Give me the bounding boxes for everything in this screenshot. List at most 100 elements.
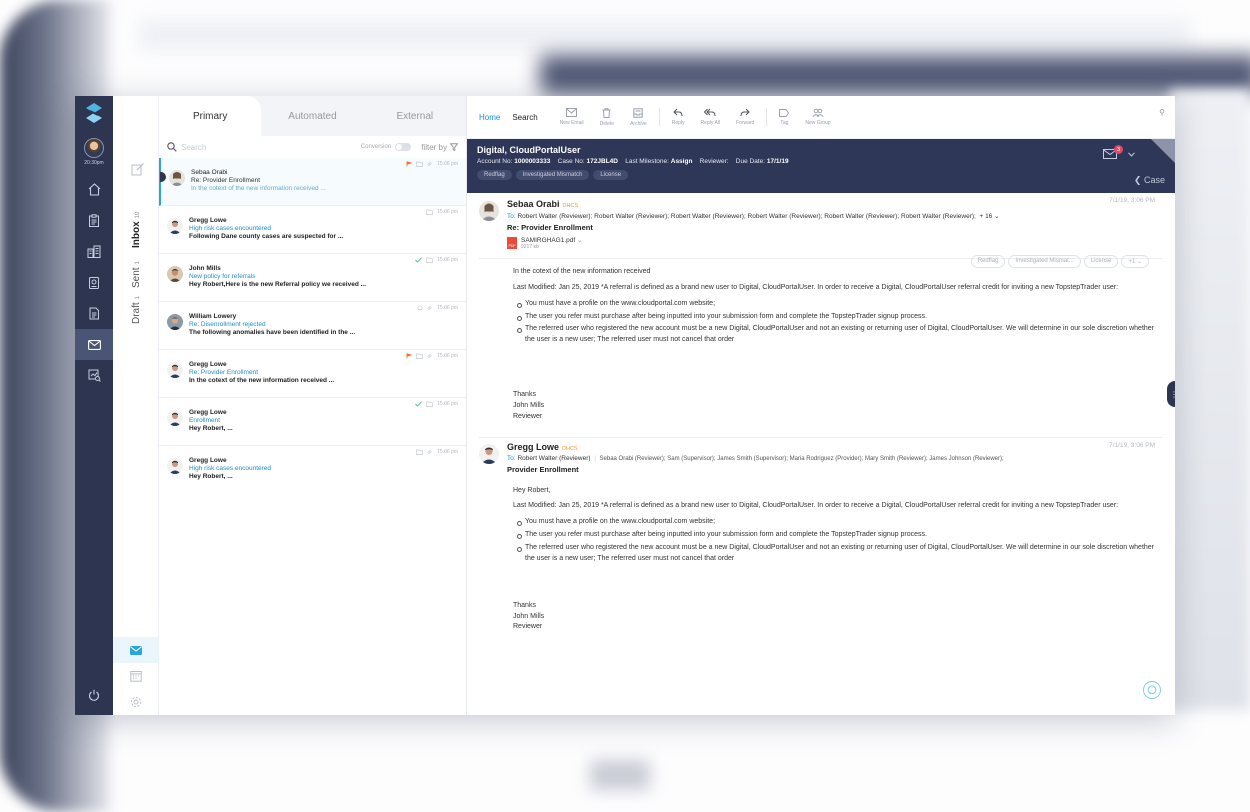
bell-icon xyxy=(417,305,423,311)
new-group-button[interactable]: New Group xyxy=(805,108,831,126)
email-tag-redflag[interactable]: Redflag xyxy=(970,255,1006,268)
chevron-down-icon[interactable] xyxy=(1128,152,1135,157)
archive-label: Archive xyxy=(630,120,647,127)
folder-draft[interactable]: Draft 1 xyxy=(131,296,142,324)
more-recipients[interactable]: + 16 ⌄ xyxy=(979,213,999,220)
message-subject: High risk cases encountered xyxy=(189,465,272,472)
email-tag-more[interactable]: +1 ⌄ xyxy=(1121,255,1149,268)
attachment-size: 9217 kb xyxy=(521,244,539,250)
case-back-link[interactable]: ❮ Case xyxy=(1134,175,1165,186)
nav-documents[interactable] xyxy=(75,298,113,329)
list-item[interactable]: 15:06 pm Gregg Lowe High risk cases enco… xyxy=(159,206,466,254)
message-subject: Enrollment xyxy=(189,417,221,424)
list-item[interactable]: 15:06 pm Gregg Lowe Re: Provider Enrollm… xyxy=(159,350,466,398)
power-icon xyxy=(89,689,99,701)
folder-column: Inbox 10 Sent 1 Draft 1 xyxy=(113,96,159,715)
email-sender[interactable]: Sebaa Orabi DHCS xyxy=(507,199,1000,209)
buildings-icon xyxy=(87,245,101,258)
nav-reports[interactable] xyxy=(75,360,113,391)
message-preview: Following Dane county cases are suspecte… xyxy=(189,233,344,240)
list-item[interactable]: 15:06 pm William Lowery Re: Disenrollmen… xyxy=(159,302,466,350)
message-meta: 15:06 pm xyxy=(415,257,458,263)
email-tag-investigated[interactable]: Investigated Mismat... xyxy=(1008,255,1081,268)
tag-button[interactable]: Tag xyxy=(779,108,790,126)
list-item[interactable]: 15:06 pm Gregg Lowe High risk cases enco… xyxy=(159,446,466,494)
conversion-switch[interactable] xyxy=(395,143,412,151)
user-avatar-block[interactable]: 20:30pm xyxy=(84,138,104,166)
new-email-button[interactable]: New Email xyxy=(560,108,584,126)
nav-home[interactable] xyxy=(75,174,113,205)
compose-icon[interactable] xyxy=(131,162,145,176)
case-link-label: Case xyxy=(1143,175,1165,185)
user-avatar[interactable] xyxy=(84,138,104,158)
email-bullet: The user you refer must purchase after b… xyxy=(517,312,1163,323)
folder-inbox[interactable]: Inbox 10 xyxy=(131,212,142,248)
message-subject: Re: Provider Enrollment xyxy=(189,369,258,376)
chat-button[interactable] xyxy=(1143,681,1161,699)
tab-automated[interactable]: Automated xyxy=(261,96,363,136)
conversion-toggle[interactable]: Conversion xyxy=(361,143,412,151)
filter-label: filter by xyxy=(421,142,447,152)
calendar-view-button[interactable] xyxy=(113,663,159,689)
settings-button[interactable] xyxy=(113,689,159,715)
account-label: Account No: xyxy=(477,158,513,165)
side-panel-toggle[interactable]: ⋮ xyxy=(1167,381,1175,407)
email-signature: Thanks John Mills Reviewer xyxy=(513,390,1163,423)
due-date: 17/1/19 xyxy=(766,158,789,165)
delete-button[interactable]: Delete xyxy=(600,107,614,127)
nav-mail[interactable] xyxy=(75,329,113,360)
forward-icon xyxy=(740,108,750,117)
search-input[interactable]: Search xyxy=(167,142,361,152)
email-header: Gregg Lowe DHCS To: Robert Walter (Review… xyxy=(479,442,1163,474)
app-logo-icon[interactable] xyxy=(83,102,105,124)
folder-sent-count: 1 xyxy=(135,261,141,265)
nav-buildings[interactable] xyxy=(75,236,113,267)
reply-button[interactable]: Reply xyxy=(672,108,685,126)
case-tag-redflag[interactable]: Redflag xyxy=(477,170,512,180)
nav-badge[interactable] xyxy=(75,267,113,298)
forward-button[interactable]: Forward xyxy=(736,108,754,126)
message-from: Gregg Lowe xyxy=(189,457,227,464)
email-tag-license[interactable]: License xyxy=(1083,255,1119,268)
tab-external[interactable]: External xyxy=(364,96,466,136)
tab-search[interactable]: Search xyxy=(512,113,537,122)
mail-icon xyxy=(87,339,101,350)
case-tag-license[interactable]: License xyxy=(593,170,629,180)
folder-sent[interactable]: Sent 1 xyxy=(131,261,142,288)
sender-avatar xyxy=(479,443,499,464)
email-sender[interactable]: Gregg Lowe DHCS xyxy=(507,442,1004,452)
case-header: Digital, CloudPortalUser Account No: 100… xyxy=(467,139,1175,193)
email-body: In the cotext of the new information rec… xyxy=(479,259,1163,423)
message-from: William Lowery xyxy=(189,313,237,320)
filter-button[interactable]: filter by xyxy=(421,143,458,152)
list-item[interactable]: 15:06 pm Gregg Lowe Enrollment Hey Rober… xyxy=(159,398,466,446)
calendar-icon xyxy=(130,671,142,682)
email-header-text: Gregg Lowe DHCS To: Robert Walter (Review… xyxy=(507,442,1004,474)
attachment[interactable]: PDF SAMIRGHAG1.pdf ⌄ 9217 kb xyxy=(507,236,1000,250)
email-body: Hey Robert, Last Modified: Jan 25, 2019 … xyxy=(479,474,1163,634)
case-tag-investigated-mismatch[interactable]: Investigated Mismatch xyxy=(515,170,590,180)
message-time: 15:06 pm xyxy=(437,257,458,263)
case-number: 172JBL4D xyxy=(586,158,618,165)
reply-all-icon xyxy=(704,108,716,117)
list-item[interactable]: 15:06 pm Sebaa Orabi Re: Provider Enroll… xyxy=(159,158,466,206)
pin-icon[interactable]: ⚲ xyxy=(1159,108,1165,117)
nav-clipboard[interactable] xyxy=(75,205,113,236)
more-recipients-count: + 16 xyxy=(979,213,993,220)
email-bullet: The user you refer must purchase after b… xyxy=(517,530,1163,541)
selected-marker xyxy=(160,172,166,182)
message-subject: Re: Disenrollment rejected xyxy=(189,321,266,328)
reviewer-label: Reviewer: xyxy=(699,158,729,165)
reply-all-button[interactable]: Reply All xyxy=(701,108,720,126)
tab-home[interactable]: Home xyxy=(479,113,500,122)
message-subject: New policy for referrals xyxy=(189,273,256,280)
message-list: 15:06 pm Sebaa Orabi Re: Provider Enroll… xyxy=(159,158,466,715)
archive-button[interactable]: Archive xyxy=(630,107,647,127)
email-recipients: To: Robert Walter (Reviewer); Robert Wal… xyxy=(507,212,1000,220)
tab-primary[interactable]: Primary xyxy=(159,96,262,136)
chevron-down-icon[interactable]: ⌄ xyxy=(577,237,582,244)
list-item[interactable]: 15:06 pm John Mills New policy for refer… xyxy=(159,254,466,302)
email-bullet: You must have a profile on the www.cloud… xyxy=(517,517,1163,528)
power-button[interactable] xyxy=(75,689,113,701)
mail-view-button[interactable] xyxy=(113,637,159,663)
